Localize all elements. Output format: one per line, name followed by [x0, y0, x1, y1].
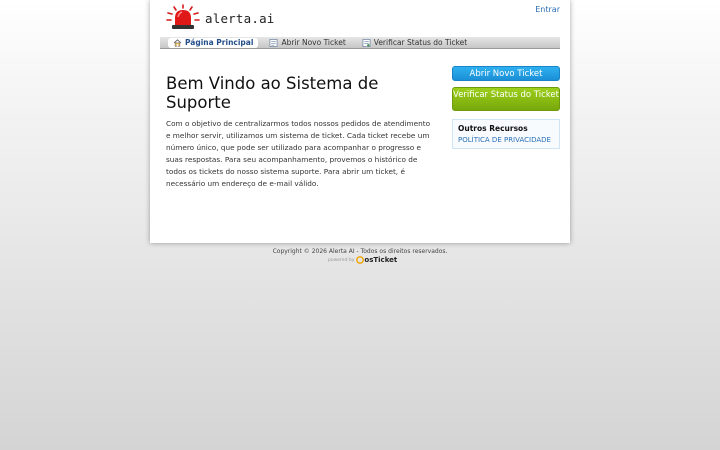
- resources-box: Outros Recursos POLÍTICA DE PRIVACIDADE: [452, 119, 560, 149]
- footer-copyright: Copyright © 2026 Alerta AI - Todos os di…: [272, 248, 448, 255]
- nav-item-label: Verificar Status do Ticket: [373, 38, 468, 47]
- powered-by-badge[interactable]: powered by osTicket: [328, 256, 397, 264]
- siren-icon: [166, 4, 200, 29]
- header: alerta.ai Entrar: [150, 0, 570, 36]
- open-ticket-button[interactable]: Abrir Novo Ticket: [452, 66, 560, 81]
- check-status-button[interactable]: Verificar Status do Ticket: [452, 87, 560, 111]
- nav-item-label: Abrir Novo Ticket: [281, 38, 346, 47]
- logo[interactable]: alerta.ai: [165, 4, 275, 32]
- nav-item-new-ticket[interactable]: Abrir Novo Ticket: [264, 38, 350, 48]
- main-container: alerta.ai Entrar Página Principal Abrir …: [150, 0, 570, 243]
- login-link[interactable]: Entrar: [535, 5, 560, 14]
- nav-item-home[interactable]: Página Principal: [168, 37, 259, 48]
- osticket-logo-icon: [356, 256, 365, 264]
- new-ticket-icon: [270, 38, 278, 47]
- home-icon: [173, 38, 182, 47]
- nav-item-label: Página Principal: [185, 38, 254, 47]
- ticket-status-icon: [362, 38, 371, 47]
- intro-text: Com o objetivo de centralizarmos todos n…: [166, 119, 431, 188]
- logo-text: alerta.ai: [205, 10, 275, 26]
- main-content: Bem Vindo ao Sistema de Suporte Com o ob…: [166, 74, 432, 190]
- privacy-policy-link[interactable]: POLÍTICA DE PRIVACIDADE: [458, 136, 554, 144]
- page-title: Bem Vindo ao Sistema de Suporte: [166, 74, 379, 112]
- powered-by-text: powered by: [328, 257, 355, 263]
- nav-bar: Página Principal Abrir Novo Ticket Verif…: [160, 37, 560, 49]
- osticket-brand: osTicket: [364, 256, 398, 264]
- resources-title: Outros Recursos: [458, 124, 528, 133]
- nav-item-check-status[interactable]: Verificar Status do Ticket: [357, 38, 472, 48]
- osticket-logo: osTicket: [356, 256, 397, 264]
- sidebar: Abrir Novo Ticket Verificar Status do Ti…: [452, 66, 560, 149]
